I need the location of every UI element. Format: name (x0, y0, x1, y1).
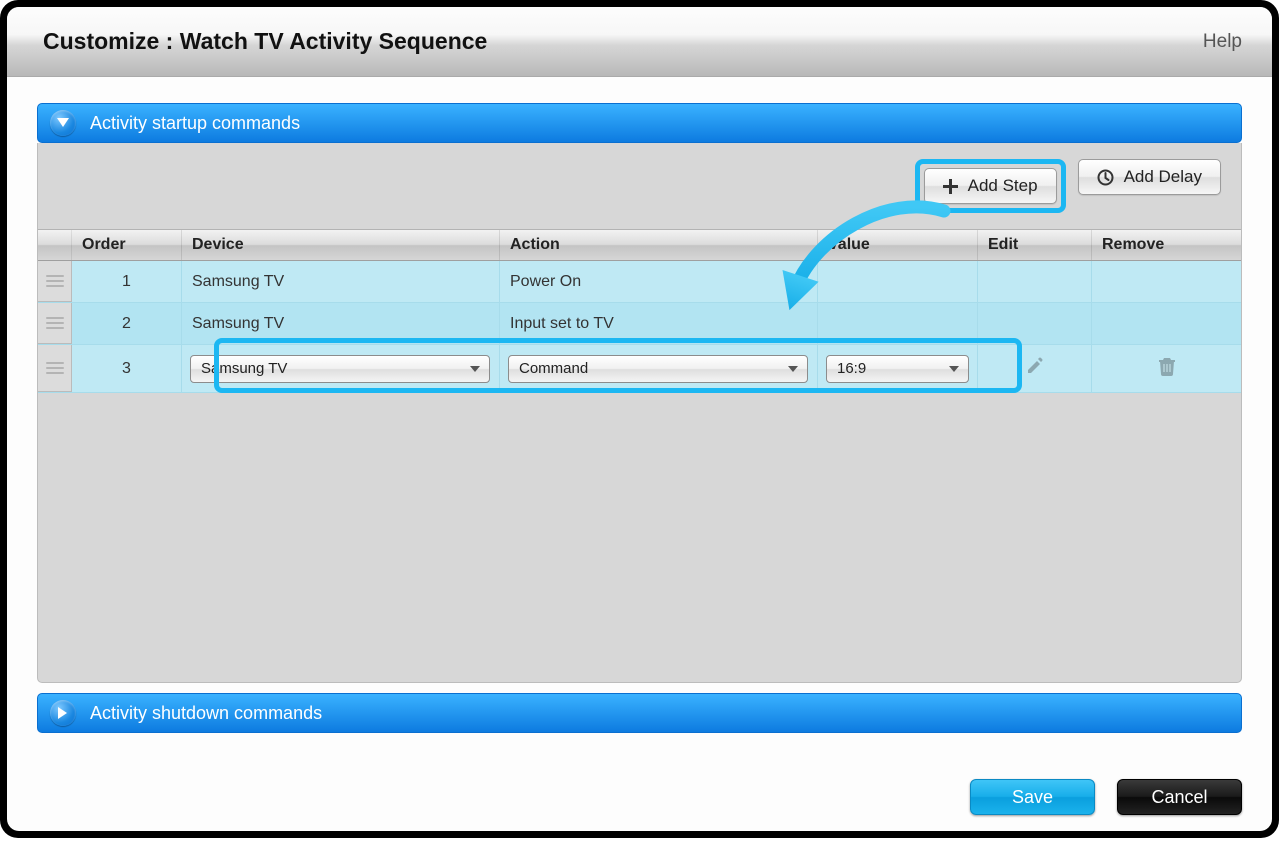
shutdown-panel-header[interactable]: Activity shutdown commands (37, 693, 1242, 733)
device-dropdown[interactable]: Samsung TV (190, 355, 490, 383)
titlebar: Customize : Watch TV Activity Sequence H… (7, 7, 1272, 77)
cell-value (818, 303, 978, 344)
action-dropdown-value: Command (519, 360, 588, 377)
drag-handle[interactable] (38, 303, 72, 344)
add-step-highlight: Add Step (915, 159, 1066, 213)
expand-right-icon[interactable] (50, 700, 76, 726)
cell-device: Samsung TV (182, 303, 500, 344)
outer-frame: Customize : Watch TV Activity Sequence H… (0, 0, 1279, 838)
shutdown-panel-title: Activity shutdown commands (90, 703, 322, 724)
clock-icon (1097, 169, 1114, 186)
cell-remove (1092, 303, 1241, 344)
window: Customize : Watch TV Activity Sequence H… (7, 7, 1272, 831)
action-dropdown[interactable]: Command (508, 355, 808, 383)
startup-panel-title: Activity startup commands (90, 113, 300, 134)
cell-remove (1092, 345, 1241, 392)
cell-remove (1092, 261, 1241, 302)
trash-icon (1158, 356, 1176, 376)
add-step-label: Add Step (968, 176, 1038, 196)
th-edit: Edit (978, 230, 1092, 260)
drag-handle[interactable] (38, 345, 72, 392)
cell-value (818, 261, 978, 302)
cell-action: Command (500, 345, 818, 392)
startup-panel-body: Add Step Add Delay Order Device Ac (37, 143, 1242, 683)
edit-button[interactable] (1026, 357, 1044, 380)
add-step-button[interactable]: Add Step (924, 168, 1057, 204)
window-title: Customize : Watch TV Activity Sequence (43, 28, 487, 55)
device-dropdown-value: Samsung TV (201, 360, 287, 377)
cell-value: 16:9 (818, 345, 978, 392)
value-dropdown-value: 16:9 (837, 360, 866, 377)
th-device: Device (182, 230, 500, 260)
cell-device: Samsung TV (182, 345, 500, 392)
shutdown-panel: Activity shutdown commands (37, 693, 1242, 733)
table-row: 2 Samsung TV Input set to TV (38, 303, 1241, 345)
cell-order: 1 (72, 261, 182, 302)
grip-icon (46, 317, 64, 329)
cell-edit (978, 303, 1092, 344)
cell-device: Samsung TV (182, 261, 500, 302)
save-button[interactable]: Save (970, 779, 1095, 815)
cell-action: Input set to TV (500, 303, 818, 344)
th-action: Action (500, 230, 818, 260)
table-header: Order Device Action Value Edit Remove (38, 229, 1241, 261)
grip-icon (46, 275, 64, 287)
drag-handle[interactable] (38, 261, 72, 302)
startup-panel-header[interactable]: Activity startup commands (37, 103, 1242, 143)
table-row: 1 Samsung TV Power On (38, 261, 1241, 303)
plus-icon (943, 179, 958, 194)
cell-order: 2 (72, 303, 182, 344)
cell-order: 3 (72, 345, 182, 392)
value-dropdown[interactable]: 16:9 (826, 355, 969, 383)
th-remove: Remove (1092, 230, 1241, 260)
th-handle (38, 230, 72, 260)
help-link[interactable]: Help (1203, 31, 1242, 53)
footer: Save Cancel (7, 765, 1272, 831)
add-delay-label: Add Delay (1124, 167, 1202, 187)
grip-icon (46, 362, 64, 374)
cell-edit (978, 261, 1092, 302)
table-row: 3 Samsung TV Command (38, 345, 1241, 393)
content: Activity startup commands (7, 77, 1272, 765)
cancel-button[interactable]: Cancel (1117, 779, 1242, 815)
startup-panel: Activity startup commands (37, 103, 1242, 683)
cell-action: Power On (500, 261, 818, 302)
collapse-down-icon[interactable] (50, 110, 76, 136)
add-delay-button[interactable]: Add Delay (1078, 159, 1221, 195)
pencil-icon (1026, 357, 1044, 375)
remove-button[interactable] (1158, 356, 1176, 381)
th-order: Order (72, 230, 182, 260)
th-value: Value (818, 230, 978, 260)
cell-edit (978, 345, 1092, 392)
panel-button-row: Add Step Add Delay (38, 143, 1241, 229)
